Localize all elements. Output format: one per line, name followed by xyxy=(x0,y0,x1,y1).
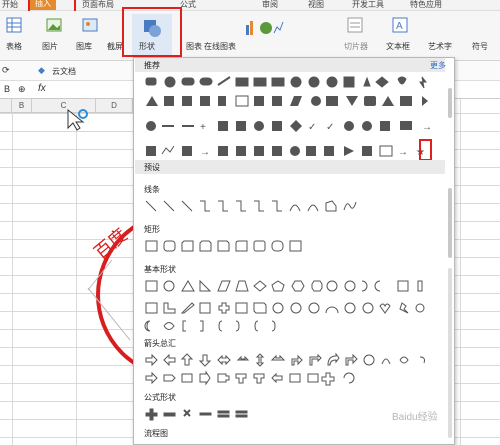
recent-shapes-grid[interactable]: + ✓ ✓ → → → ★ xyxy=(142,74,442,164)
tab-review[interactable]: 审阅 xyxy=(262,0,278,10)
clip-label[interactable]: 切片器 xyxy=(344,41,368,52)
shapes-highlight xyxy=(122,7,182,57)
wordart-label[interactable]: 艺术字 xyxy=(428,41,452,52)
recent-scrollbar[interactable] xyxy=(448,88,452,118)
cloud-icon: ◆ xyxy=(38,65,45,75)
watermark: Baidu经验 xyxy=(392,412,438,423)
tab-formula[interactable]: 公式 xyxy=(180,0,196,10)
section-lines-title: 线条 xyxy=(144,185,160,194)
svg-text:→: → xyxy=(422,122,432,133)
svg-text:→: → xyxy=(398,147,408,158)
lines-shapes-row[interactable] xyxy=(142,198,372,214)
symbol-label[interactable]: 符号 xyxy=(472,41,488,52)
screenshot-label[interactable]: 截屏 xyxy=(107,41,123,52)
online-chart-label[interactable]: 在线图表 xyxy=(204,41,236,52)
zoom-icon[interactable]: ⊕ xyxy=(18,84,26,95)
table-button[interactable] xyxy=(4,17,24,35)
clip-button[interactable] xyxy=(340,17,370,35)
svg-text:✓: ✓ xyxy=(326,122,334,133)
picture-button[interactable] xyxy=(44,17,64,35)
section-flowchart-title: 流程图 xyxy=(144,429,168,438)
more-link[interactable]: 更多 xyxy=(430,60,446,71)
chart-label[interactable]: 图表 xyxy=(186,41,202,52)
picture-label[interactable]: 图片 xyxy=(42,41,58,52)
svg-text:+: + xyxy=(200,122,206,133)
preset-scrollbar[interactable] xyxy=(448,188,452,258)
shapes-dropdown: 推荐 更多 + ✓ ✓ → → → ★ 预设 线条 矩形 基本形状 箭头总汇 公… xyxy=(133,57,455,445)
ribbon: 表格 图片 图库 截屏 形状 图表 在线图表 切片器 A 文本框 艺术字 符号 xyxy=(0,7,500,61)
column-header-b[interactable]: B xyxy=(12,99,32,113)
rect-shapes-row[interactable] xyxy=(142,238,322,254)
gallery-label[interactable]: 图库 xyxy=(76,41,92,52)
textbox-button[interactable]: A xyxy=(390,17,410,35)
star-shape-highlight xyxy=(419,139,432,161)
cell-reference[interactable]: B xyxy=(4,84,10,94)
column-header-d[interactable]: D xyxy=(96,99,133,113)
formula-shapes-row[interactable] xyxy=(142,406,262,422)
picture-icon xyxy=(46,18,62,32)
svg-text:A: A xyxy=(396,21,403,32)
tab-home[interactable]: 开始 xyxy=(2,0,18,10)
arrow-shapes-grid[interactable] xyxy=(142,352,442,388)
tab-page-layout[interactable]: 页面布局 xyxy=(82,0,114,10)
corner-cell[interactable] xyxy=(0,99,12,113)
recent-header xyxy=(135,58,445,72)
fx-icon[interactable]: fx xyxy=(38,83,46,94)
refresh-icon[interactable]: ⟳ xyxy=(2,65,10,76)
table-icon xyxy=(6,17,22,33)
section-formula-title: 公式形状 xyxy=(144,393,176,402)
gallery-button[interactable] xyxy=(80,17,100,35)
gallery-icon xyxy=(82,18,98,32)
section-rect-title: 矩形 xyxy=(144,225,160,234)
tab-developer[interactable]: 开发工具 xyxy=(352,0,384,10)
textbox-label[interactable]: 文本框 xyxy=(386,41,410,52)
section-arrows-title: 箭头总汇 xyxy=(144,339,176,348)
textbox-icon: A xyxy=(392,17,408,33)
tab-special[interactable]: 特色应用 xyxy=(410,0,442,10)
brackets-shapes-row[interactable] xyxy=(142,318,322,334)
main-scrollbar[interactable] xyxy=(448,268,452,438)
svg-text:✓: ✓ xyxy=(308,122,316,133)
recent-title: 推荐 xyxy=(144,61,160,70)
tab-view[interactable]: 视图 xyxy=(308,0,324,10)
mouse-cursor-icon xyxy=(67,108,88,131)
preset-title: 预设 xyxy=(144,163,160,172)
preset-header xyxy=(135,160,445,174)
chart-types-icon xyxy=(246,21,284,35)
table-label: 表格 xyxy=(6,42,22,51)
chart-types-group[interactable] xyxy=(244,17,284,39)
slicer-icon xyxy=(347,17,363,33)
svg-text:→: → xyxy=(200,147,210,158)
cloud-doc-label[interactable]: 云文档 xyxy=(52,66,76,77)
section-basic-title: 基本形状 xyxy=(144,265,176,274)
